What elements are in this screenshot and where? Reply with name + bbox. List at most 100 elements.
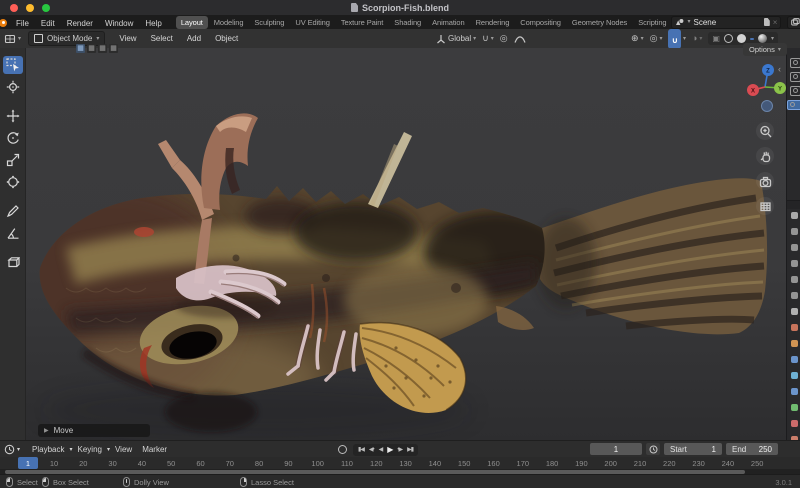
- material-preview-button[interactable]: [750, 38, 754, 40]
- timeline-menu-item[interactable]: View: [110, 445, 137, 454]
- rendered-shading-button[interactable]: [758, 34, 767, 43]
- viewport-menu-item[interactable]: View: [112, 34, 143, 43]
- timeline-menu-item[interactable]: Playback: [27, 445, 69, 454]
- workspace-tab[interactable]: Rendering: [471, 16, 515, 29]
- grid-icon[interactable]: ▦: [109, 44, 118, 53]
- xray-toggle[interactable]: ◑▾: [692, 34, 702, 43]
- wireframe-shading-button[interactable]: [724, 34, 733, 43]
- proportional-editing-icon[interactable]: ◎: [500, 34, 508, 43]
- scene-selector[interactable]: ▾ Scene ×: [671, 16, 781, 29]
- jump-to-start-button[interactable]: ▮◀: [356, 446, 366, 454]
- timeline-scrollbar[interactable]: [5, 470, 745, 474]
- menu-item[interactable]: Help: [139, 19, 167, 28]
- workspace-tab[interactable]: Geometry Nodes: [567, 16, 632, 29]
- move-tool[interactable]: [3, 107, 23, 125]
- collapse-arrow-icon[interactable]: ‹: [778, 64, 781, 74]
- viewport-menu-item[interactable]: Object: [208, 34, 245, 43]
- transform-tool[interactable]: [3, 173, 23, 191]
- properties-tab-object-icon[interactable]: [791, 340, 798, 347]
- play-reverse-button[interactable]: ◀: [377, 446, 385, 454]
- use-preview-range-button[interactable]: [646, 443, 660, 455]
- new-scene-icon[interactable]: [764, 18, 770, 26]
- properties-tab-active-tool-icon[interactable]: [791, 212, 798, 219]
- select-box-tool[interactable]: [3, 56, 23, 74]
- unlink-scene-icon[interactable]: ×: [773, 18, 778, 27]
- menu-item[interactable]: File: [10, 19, 35, 28]
- options-button[interactable]: Options▾: [743, 43, 787, 56]
- properties-tab-tool-icon[interactable]: [791, 244, 798, 251]
- viewport-3d[interactable]: [26, 48, 786, 440]
- grid-icon[interactable]: ▦: [98, 44, 107, 53]
- operator-panel-move[interactable]: ▶ Move: [38, 424, 150, 437]
- axis-z-negative-handle[interactable]: [762, 101, 773, 112]
- properties-tab-render-icon[interactable]: [791, 260, 798, 267]
- grid-icon[interactable]: ▦: [76, 44, 85, 53]
- properties-tab-world-icon[interactable]: [791, 324, 798, 331]
- workspace-tab[interactable]: Scripting: [633, 16, 671, 29]
- timeline-ruler[interactable]: 1020304050607080901001101201301401501601…: [0, 457, 800, 469]
- properties-tab-filter-icon[interactable]: [791, 228, 798, 235]
- scale-tool[interactable]: [3, 151, 23, 169]
- workspace-tab[interactable]: Compositing: [515, 16, 566, 29]
- properties-tab-view-layer-icon[interactable]: [791, 292, 798, 299]
- close-window-button[interactable]: [10, 4, 18, 12]
- properties-tab-particles-icon[interactable]: [791, 372, 798, 379]
- zoom-view-button[interactable]: [756, 122, 774, 140]
- properties-tab-modifiers-icon[interactable]: [791, 356, 798, 363]
- properties-tab-material-icon[interactable]: [791, 420, 798, 427]
- navigation-gizmo[interactable]: Z X Y: [741, 56, 789, 112]
- fish-model[interactable]: [26, 48, 786, 440]
- measure-tool[interactable]: [3, 224, 23, 242]
- transform-orientation[interactable]: Global ▾: [436, 34, 476, 44]
- editor-type-icon[interactable]: [4, 33, 16, 45]
- workspace-tab[interactable]: Shading: [389, 16, 426, 29]
- pan-view-button[interactable]: [756, 147, 774, 165]
- timeline-editor-icon[interactable]: [4, 444, 15, 455]
- camera-item-icon[interactable]: [790, 72, 800, 82]
- toggle-orthographic-button[interactable]: [756, 197, 774, 215]
- cursor-tool[interactable]: [3, 78, 23, 96]
- minimize-window-button[interactable]: [26, 4, 34, 12]
- snapping-active-toggle[interactable]: ∪▾: [668, 29, 686, 49]
- properties-tab-physics-icon[interactable]: [791, 388, 798, 395]
- auto-keying-button[interactable]: [338, 445, 347, 454]
- properties-tab-output-icon[interactable]: [791, 276, 798, 283]
- workspace-tab[interactable]: UV Editing: [290, 16, 334, 29]
- menu-item[interactable]: Render: [61, 19, 99, 28]
- menu-item[interactable]: Edit: [35, 19, 61, 28]
- timeline-menu-item[interactable]: Keying: [73, 445, 107, 454]
- viewport-menu-item[interactable]: Add: [180, 34, 208, 43]
- properties-tab-scene-icon[interactable]: [791, 308, 798, 315]
- frame-start-field[interactable]: Start1: [664, 443, 722, 455]
- camera-item-icon[interactable]: [790, 58, 800, 68]
- playhead[interactable]: 1: [18, 457, 38, 469]
- add-cube-tool[interactable]: [3, 253, 23, 271]
- jump-to-end-button[interactable]: ▶▮: [405, 446, 415, 454]
- rotate-tool[interactable]: [3, 129, 23, 147]
- workspace-tab[interactable]: Sculpting: [249, 16, 289, 29]
- previous-keyframe-button[interactable]: ◀•: [367, 446, 376, 454]
- falloff-curve-icon[interactable]: [514, 34, 526, 44]
- camera-item-icon[interactable]: [790, 86, 800, 96]
- show-gizmo-toggle[interactable]: ⊕▾: [631, 34, 644, 43]
- workspace-tab[interactable]: Animation: [427, 16, 469, 29]
- next-keyframe-button[interactable]: •▶: [395, 446, 404, 454]
- workspace-tab[interactable]: Layout: [176, 16, 208, 29]
- play-button[interactable]: ▶: [385, 445, 394, 455]
- viewport-menu-item[interactable]: Select: [144, 34, 180, 43]
- timeline-menu-item[interactable]: Marker: [137, 445, 172, 454]
- snap-toggle[interactable]: ∪ ▾: [482, 34, 494, 43]
- frame-end-field[interactable]: End250: [726, 443, 778, 455]
- solid-shading-button[interactable]: [737, 34, 746, 43]
- workspace-tab[interactable]: Modeling: [209, 16, 249, 29]
- camera-view-button[interactable]: [756, 172, 774, 190]
- zoom-window-button[interactable]: [42, 4, 50, 12]
- properties-tab-object-data-icon[interactable]: [791, 404, 798, 411]
- grid-icon[interactable]: ▦: [87, 44, 96, 53]
- show-overlays-toggle[interactable]: ◎▾: [650, 34, 663, 43]
- current-frame-field[interactable]: 1: [590, 443, 642, 455]
- view-layer-selector[interactable]: ▾ ViewLayer: [787, 16, 800, 29]
- workspace-tab[interactable]: Texture Paint: [336, 16, 388, 29]
- toggle-xray-icon[interactable]: ▣: [712, 35, 720, 43]
- annotate-tool[interactable]: [3, 202, 23, 220]
